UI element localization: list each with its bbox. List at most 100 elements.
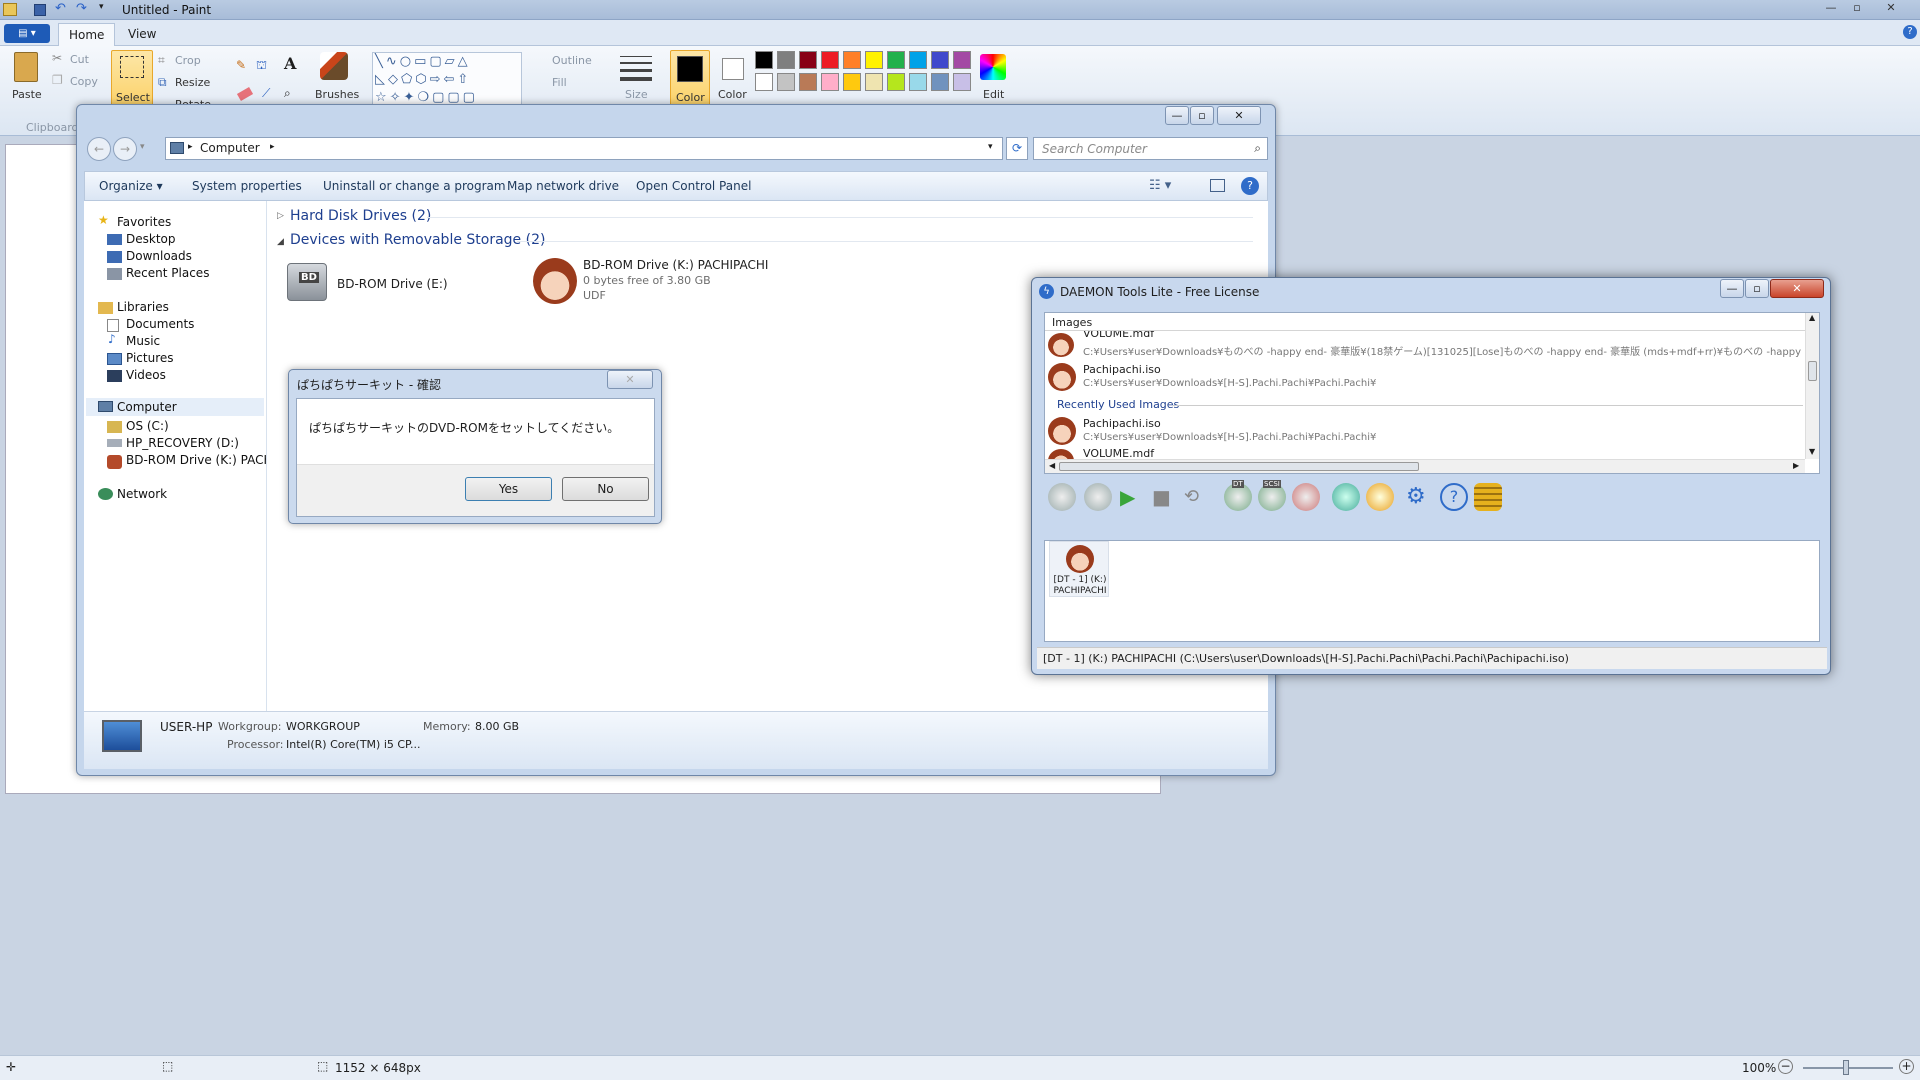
size-button[interactable]: Size	[625, 88, 648, 101]
nav-pictures[interactable]: Pictures	[126, 351, 174, 365]
breadcrumb-separator-icon[interactable]: ▸	[188, 142, 193, 152]
palette-swatch[interactable]	[931, 73, 949, 91]
explorer-maximize-button[interactable]: ▫	[1190, 106, 1214, 125]
nav-recovery-drive[interactable]: HP_RECOVERY (D:)	[126, 436, 239, 450]
open-control-panel-button[interactable]: Open Control Panel	[636, 179, 751, 193]
undo-icon[interactable]: ↶	[55, 1, 66, 16]
paste-button[interactable]: Paste	[12, 88, 42, 101]
forward-button[interactable]: →	[113, 137, 137, 161]
color-palette[interactable]	[755, 51, 975, 101]
outline-button[interactable]: Outline	[552, 54, 592, 67]
palette-swatch[interactable]	[931, 51, 949, 69]
change-view-icon[interactable]: ☷ ▾	[1149, 178, 1171, 193]
paint-close-button[interactable]: ✕	[1878, 1, 1904, 18]
nav-downloads[interactable]: Downloads	[126, 249, 192, 263]
daemon-minimize-button[interactable]: —	[1720, 279, 1744, 298]
palette-swatch[interactable]	[755, 51, 773, 69]
paste-icon[interactable]	[14, 52, 38, 82]
remove-drive-icon[interactable]	[1292, 483, 1320, 511]
palette-swatch[interactable]	[887, 51, 905, 69]
drive-e-item[interactable]: BD BD-ROM Drive (E:)	[285, 261, 485, 303]
images-hscroll-thumb[interactable]	[1059, 462, 1419, 471]
group-removable-storage[interactable]: Devices with Removable Storage (2)	[290, 232, 545, 248]
redo-icon[interactable]: ↷	[76, 1, 87, 16]
back-button[interactable]: ←	[87, 137, 111, 161]
organize-button[interactable]: Organize ▾	[99, 179, 163, 193]
explorer-help-icon[interactable]: ?	[1241, 177, 1259, 195]
nav-music[interactable]: Music	[126, 334, 160, 348]
eraser-icon[interactable]	[236, 87, 254, 101]
palette-swatch[interactable]	[799, 51, 817, 69]
crop-button[interactable]: Crop	[175, 54, 201, 67]
edit-colors-icon[interactable]	[980, 54, 1006, 80]
zoom-out-button[interactable]: −	[1778, 1059, 1793, 1074]
text-tool-icon[interactable]: A	[284, 54, 296, 73]
palette-swatch[interactable]	[821, 73, 839, 91]
image-item-volume[interactable]: VOLUME.mdf C:¥Users¥user¥Downloads¥ものべの …	[1045, 331, 1805, 359]
color1-button[interactable]: Color	[670, 50, 710, 106]
recent-pages-dropdown[interactable]: ▾	[140, 142, 145, 152]
collapse-removable-icon[interactable]: ◢	[277, 237, 284, 247]
address-dropdown-icon[interactable]: ▾	[988, 142, 993, 152]
burn-disc-icon[interactable]	[1366, 483, 1394, 511]
daemon-close-button[interactable]: ✕	[1770, 279, 1824, 298]
nav-favorites[interactable]: Favorites	[117, 215, 171, 229]
palette-swatch[interactable]	[953, 51, 971, 69]
palette-swatch[interactable]	[799, 73, 817, 91]
color2-button[interactable]: Color	[718, 88, 747, 101]
unmount-stop-icon[interactable]: ■	[1152, 483, 1180, 511]
search-icon[interactable]: ⌕	[1254, 141, 1261, 156]
nav-os-drive[interactable]: OS (C:)	[126, 419, 169, 433]
breadcrumb-computer[interactable]: Computer	[200, 141, 260, 155]
size-lines-icon[interactable]	[620, 54, 652, 82]
remove-image-icon[interactable]	[1084, 483, 1112, 511]
palette-swatch[interactable]	[843, 73, 861, 91]
brushes-icon[interactable]	[320, 52, 348, 80]
brushes-button[interactable]: Brushes	[315, 88, 359, 101]
scroll-down-icon[interactable]: ▼	[1809, 447, 1815, 456]
coins-buy-icon[interactable]	[1474, 483, 1502, 511]
confirm-close-button[interactable]: ✕	[607, 370, 653, 389]
add-dt-drive-icon[interactable]: DT	[1224, 480, 1252, 511]
group-hard-disk-drives[interactable]: Hard Disk Drives (2)	[290, 208, 431, 224]
palette-swatch[interactable]	[755, 73, 773, 91]
nav-desktop[interactable]: Desktop	[126, 232, 176, 246]
resize-button[interactable]: Resize	[175, 76, 210, 89]
palette-swatch[interactable]	[821, 51, 839, 69]
palette-swatch[interactable]	[777, 73, 795, 91]
images-horizontal-scrollbar[interactable]: ◀ ▶	[1045, 459, 1805, 473]
no-button[interactable]: No	[562, 477, 649, 501]
cut-button[interactable]: Cut	[70, 53, 89, 66]
copy-button[interactable]: Copy	[70, 75, 98, 88]
paint-maximize-button[interactable]: ▫	[1844, 1, 1870, 18]
image-item-pachipachi[interactable]: Pachipachi.iso C:¥Users¥user¥Downloads¥[…	[1045, 359, 1805, 393]
preferences-gear-icon[interactable]: ⚙	[1406, 483, 1434, 511]
search-input[interactable]: Search Computer ⌕	[1033, 137, 1268, 160]
nav-documents[interactable]: Documents	[126, 317, 194, 331]
zoom-slider-thumb[interactable]	[1843, 1060, 1849, 1075]
palette-swatch[interactable]	[953, 73, 971, 91]
palette-swatch[interactable]	[865, 73, 883, 91]
palette-swatch[interactable]	[865, 51, 883, 69]
palette-swatch[interactable]	[909, 51, 927, 69]
help-icon[interactable]: ?	[1903, 25, 1917, 39]
explorer-close-button[interactable]: ✕	[1217, 106, 1261, 125]
scroll-up-icon[interactable]: ▲	[1809, 313, 1815, 322]
edit-colors-button[interactable]: Edit	[983, 88, 1004, 101]
quick-access-dropdown-icon[interactable]: ▾	[99, 2, 104, 12]
scroll-right-icon[interactable]: ▶	[1793, 461, 1799, 470]
unmount-all-icon[interactable]: ⟲	[1184, 483, 1212, 511]
nav-bdrom-drive[interactable]: BD-ROM Drive (K:) PACH	[126, 453, 266, 467]
images-vertical-scrollbar[interactable]: ▲ ▼	[1805, 313, 1819, 459]
nav-network[interactable]: Network	[117, 487, 167, 501]
palette-swatch[interactable]	[777, 51, 795, 69]
nav-videos[interactable]: Videos	[126, 368, 166, 382]
map-network-drive-button[interactable]: Map network drive	[507, 179, 619, 193]
recent-item-pachipachi[interactable]: Pachipachi.iso C:¥Users¥user¥Downloads¥[…	[1045, 413, 1805, 447]
yes-button[interactable]: Yes	[465, 477, 552, 501]
color2-swatch[interactable]	[722, 58, 744, 80]
add-image-icon[interactable]	[1048, 483, 1076, 511]
mount-play-icon[interactable]: ▶	[1120, 483, 1148, 511]
add-scsi-drive-icon[interactable]: SCSI	[1258, 480, 1286, 511]
paint-minimize-button[interactable]: —	[1818, 1, 1844, 18]
